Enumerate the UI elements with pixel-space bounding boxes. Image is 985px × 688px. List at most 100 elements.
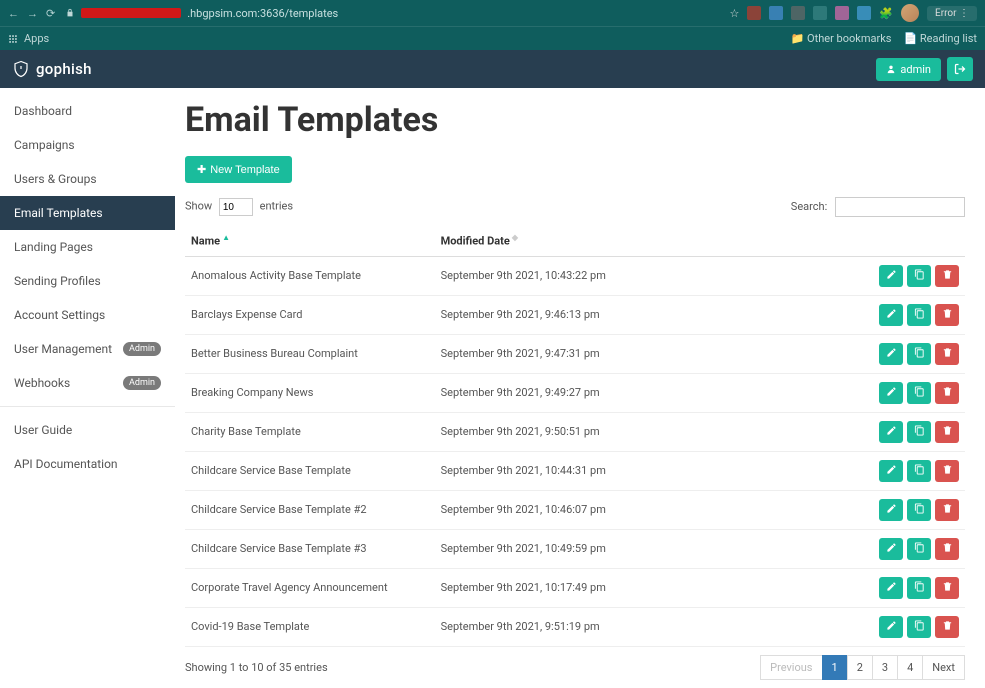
copy-button[interactable] [907, 499, 931, 521]
edit-button[interactable] [879, 421, 903, 443]
ext-icon-3[interactable] [791, 6, 805, 20]
admin-button[interactable]: admin [876, 58, 941, 81]
new-template-button[interactable]: ✚ New Template [185, 156, 292, 183]
edit-button[interactable] [879, 460, 903, 482]
other-bookmarks[interactable]: 📁 Other bookmarks [791, 32, 892, 45]
sidebar-item-label: Landing Pages [14, 240, 93, 254]
apps-label[interactable]: Apps [24, 32, 49, 45]
sidebar-item-user-management[interactable]: User ManagementAdmin [0, 332, 175, 366]
delete-button[interactable] [935, 538, 959, 560]
delete-button[interactable] [935, 421, 959, 443]
delete-button[interactable] [935, 499, 959, 521]
cell-modified: September 9th 2021, 9:49:27 pm [435, 373, 809, 412]
search-input[interactable] [835, 197, 965, 217]
bookmark-star-icon[interactable]: ☆ [729, 7, 739, 20]
delete-button[interactable] [935, 265, 959, 287]
cell-name: Childcare Service Base Template #2 [185, 490, 435, 529]
reading-list[interactable]: 📄 Reading list [903, 32, 977, 45]
page-next[interactable]: Next [922, 655, 965, 680]
address-bar[interactable]: .hbgpsim.com:3636/templates [65, 7, 719, 20]
copy-button[interactable] [907, 538, 931, 560]
ext-icon-6[interactable] [857, 6, 871, 20]
logo-text: gophish [36, 60, 92, 78]
sidebar-item-campaigns[interactable]: Campaigns [0, 128, 175, 162]
new-template-label: New Template [210, 164, 280, 176]
page-1[interactable]: 1 [822, 655, 848, 680]
delete-button[interactable] [935, 343, 959, 365]
pencil-icon [886, 308, 897, 322]
table-row: Childcare Service Base Template #3Septem… [185, 529, 965, 568]
ext-icon-4[interactable] [813, 6, 827, 20]
copy-button[interactable] [907, 265, 931, 287]
sidebar-item-users-groups[interactable]: Users & Groups [0, 162, 175, 196]
edit-button[interactable] [879, 382, 903, 404]
cell-name: Corporate Travel Agency Announcement [185, 568, 435, 607]
copy-button[interactable] [907, 304, 931, 326]
copy-button[interactable] [907, 577, 931, 599]
logout-button[interactable] [947, 57, 973, 81]
edit-button[interactable] [879, 304, 903, 326]
cell-modified: September 9th 2021, 10:46:07 pm [435, 490, 809, 529]
delete-button[interactable] [935, 382, 959, 404]
sidebar-item-landing-pages[interactable]: Landing Pages [0, 230, 175, 264]
cell-name: Barclays Expense Card [185, 295, 435, 334]
copy-button[interactable] [907, 421, 931, 443]
copy-button[interactable] [907, 460, 931, 482]
table-row: Corporate Travel Agency AnnouncementSept… [185, 568, 965, 607]
pencil-icon [886, 425, 897, 439]
entries-count-input[interactable] [219, 198, 253, 216]
delete-button[interactable] [935, 304, 959, 326]
sidebar-item-label: Sending Profiles [14, 274, 101, 288]
sidebar-item-dashboard[interactable]: Dashboard [0, 94, 175, 128]
forward-button[interactable]: → [27, 7, 38, 20]
edit-button[interactable] [879, 577, 903, 599]
column-header-name[interactable]: Name▲ [185, 225, 435, 256]
copy-button[interactable] [907, 382, 931, 404]
delete-button[interactable] [935, 460, 959, 482]
error-button[interactable]: Error ⋮ [927, 6, 977, 21]
sidebar-item-account-settings[interactable]: Account Settings [0, 298, 175, 332]
table-row: Charity Base TemplateSeptember 9th 2021,… [185, 412, 965, 451]
apps-icon[interactable] [8, 34, 18, 44]
ext-icon-1[interactable] [747, 6, 761, 20]
edit-button[interactable] [879, 616, 903, 638]
user-icon [886, 64, 896, 74]
sidebar-item-user-guide[interactable]: User Guide [0, 413, 175, 447]
cell-modified: September 9th 2021, 10:43:22 pm [435, 256, 809, 295]
cell-name: Childcare Service Base Template [185, 451, 435, 490]
sidebar-item-sending-profiles[interactable]: Sending Profiles [0, 264, 175, 298]
cell-modified: September 9th 2021, 10:49:59 pm [435, 529, 809, 568]
ext-icon-2[interactable] [769, 6, 783, 20]
copy-button[interactable] [907, 616, 931, 638]
edit-button[interactable] [879, 538, 903, 560]
reload-button[interactable]: ⟳ [46, 7, 55, 20]
table-row: Barclays Expense CardSeptember 9th 2021,… [185, 295, 965, 334]
sidebar-item-api-documentation[interactable]: API Documentation [0, 447, 175, 481]
delete-button[interactable] [935, 577, 959, 599]
logo[interactable]: gophish [12, 60, 92, 78]
back-button[interactable]: ← [8, 7, 19, 20]
page-4[interactable]: 4 [897, 655, 923, 680]
sidebar-item-email-templates[interactable]: Email Templates [0, 196, 175, 230]
sidebar-item-webhooks[interactable]: WebhooksAdmin [0, 366, 175, 400]
sidebar-item-label: Webhooks [14, 376, 70, 390]
page-3[interactable]: 3 [872, 655, 898, 680]
pencil-icon [886, 620, 897, 634]
extensions-puzzle-icon[interactable]: 🧩 [879, 7, 893, 20]
column-header-modified[interactable]: Modified Date◆ [435, 225, 809, 256]
sidebar-item-label: Dashboard [14, 104, 72, 118]
profile-avatar[interactable] [901, 4, 919, 22]
plus-icon: ✚ [197, 163, 206, 176]
edit-button[interactable] [879, 265, 903, 287]
delete-button[interactable] [935, 616, 959, 638]
page-2[interactable]: 2 [847, 655, 873, 680]
pencil-icon [886, 386, 897, 400]
cell-modified: September 9th 2021, 9:46:13 pm [435, 295, 809, 334]
copy-button[interactable] [907, 343, 931, 365]
cell-name: Childcare Service Base Template #3 [185, 529, 435, 568]
pencil-icon [886, 581, 897, 595]
edit-button[interactable] [879, 499, 903, 521]
ext-icon-5[interactable] [835, 6, 849, 20]
copy-icon [914, 386, 925, 400]
edit-button[interactable] [879, 343, 903, 365]
